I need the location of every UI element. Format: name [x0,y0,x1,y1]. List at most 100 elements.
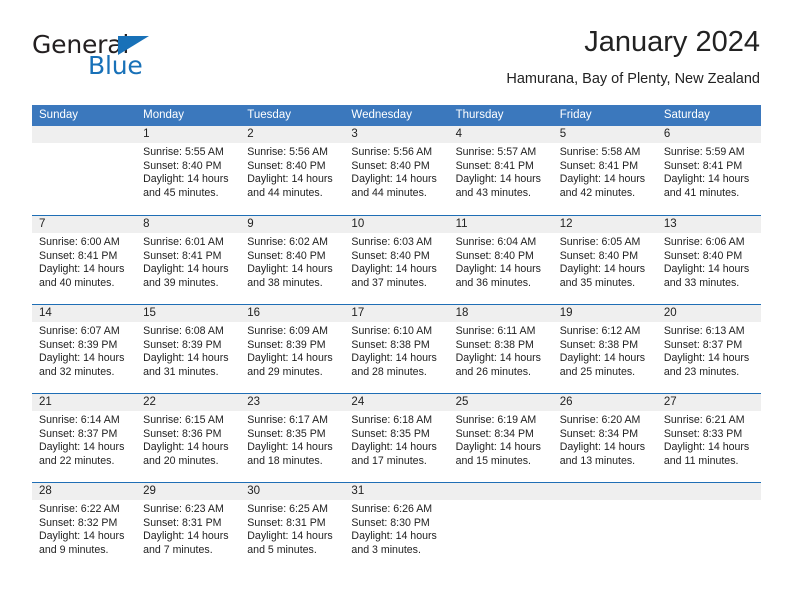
calendar-day-cell[interactable]: 4 Sunrise: 5:57 AM Sunset: 8:41 PM Daylight… [448,126,553,215]
calendar-day-cell[interactable]: 2 Sunrise: 5:56 AM Sunset: 8:40 PM Daylight… [240,126,345,215]
daylight-text: Daylight: 14 hours and 26 minutes. [455,352,541,378]
calendar-grid: Sunday Monday Tuesday Wednesday Thursday… [32,105,761,571]
calendar-day-cell[interactable]: 19 Sunrise: 6:12 AM Sunset: 8:38 PM Dayligh… [552,305,657,393]
daylight-text: Daylight: 14 hours and 32 minutes. [39,352,125,378]
sunset-text: Sunset: 8:41 PM [455,159,534,172]
calendar-day-cell[interactable]: 10 Sunrise: 6:03 AM Sunset: 8:40 PM Dayligh… [344,216,449,304]
weekday-header-thursday: Thursday [455,109,504,121]
calendar-day-cell[interactable]: 5 Sunrise: 5:58 AM Sunset: 8:41 PM Daylight… [552,126,657,215]
calendar-day-cell[interactable]: 17 Sunrise: 6:10 AM Sunset: 8:38 PM Dayligh… [344,305,449,393]
daylight-text: Daylight: 14 hours and 35 minutes. [559,263,646,289]
sunrise-text: Sunrise: 5:57 AM [455,146,537,158]
calendar-day-cell[interactable]: 3 Sunrise: 5:56 AM Sunset: 8:40 PM Daylight… [344,126,449,215]
day-sun-info: Sunrise: 6:01 AM Sunset: 8:41 PM Daylight:… [136,233,240,290]
day-number: 2 [240,126,345,143]
day-sun-info: Sunrise: 6:22 AM Sunset: 8:32 PM Daylight:… [32,500,136,557]
day-number: 27 [656,394,761,411]
day-number: 4 [448,126,553,143]
calendar-day-cell[interactable]: 23 Sunrise: 6:17 AM Sunset: 8:35 PM Dayligh… [240,394,345,482]
sunset-text: Sunset: 8:38 PM [559,338,639,351]
day-number: 29 [136,483,241,500]
calendar-day-cell[interactable]: 16 Sunrise: 6:09 AM Sunset: 8:39 PM Dayligh… [240,305,345,393]
day-sun-info: Sunrise: 6:10 AM Sunset: 8:38 PM Daylight:… [344,322,448,379]
calendar-day-cell[interactable]: 15 Sunrise: 6:08 AM Sunset: 8:39 PM Dayligh… [136,305,241,393]
day-sun-info: Sunrise: 6:18 AM Sunset: 8:35 PM Daylight:… [344,411,448,468]
calendar-day-cell[interactable]: 9 Sunrise: 6:02 AM Sunset: 8:40 PM Daylight… [240,216,345,304]
day-sun-info: Sunrise: 6:17 AM Sunset: 8:35 PM Daylight:… [240,411,344,468]
day-sun-info: Sunrise: 6:06 AM Sunset: 8:40 PM Daylight:… [657,233,761,290]
day-sun-info: Sunrise: 6:26 AM Sunset: 8:30 PM Daylight:… [344,500,448,557]
daylight-text: Daylight: 14 hours and 29 minutes. [247,352,333,378]
sunrise-text: Sunrise: 5:56 AM [247,146,328,158]
weekday-header-monday: Monday [143,109,185,121]
daylight-text: Daylight: 14 hours and 39 minutes. [143,263,229,289]
calendar-day-cell[interactable]: 1 Sunrise: 5:55 AM Sunset: 8:40 PM Daylight… [136,126,241,215]
sunset-text: Sunset: 8:38 PM [455,338,534,351]
calendar-day-cell[interactable]: 14 Sunrise: 6:07 AM Sunset: 8:39 PM Dayligh… [32,305,137,393]
page-header: General Blue January 2024 Hamurana, Bay … [32,24,760,98]
sunset-text: Sunset: 8:40 PM [559,249,639,262]
calendar-day-cell[interactable]: 13 Sunrise: 6:06 AM Sunset: 8:40 PM Dayligh… [656,216,761,304]
sunset-text: Sunset: 8:38 PM [351,338,430,351]
sunrise-text: Sunrise: 6:07 AM [39,325,120,337]
sunrise-text: Sunrise: 6:05 AM [559,236,641,248]
daylight-text: Daylight: 14 hours and 7 minutes. [143,530,229,556]
daylight-text: Daylight: 14 hours and 43 minutes. [455,173,541,199]
day-sun-info: Sunrise: 6:08 AM Sunset: 8:39 PM Daylight:… [136,322,240,379]
sunrise-text: Sunrise: 6:09 AM [247,325,328,337]
sunrise-text: Sunrise: 6:20 AM [559,414,641,426]
sunrise-text: Sunrise: 6:00 AM [39,236,120,248]
sunrise-text: Sunrise: 6:11 AM [455,325,536,337]
sunset-text: Sunset: 8:33 PM [663,427,743,440]
calendar-day-cell[interactable]: 21 Sunrise: 6:14 AM Sunset: 8:37 PM Dayligh… [32,394,137,482]
calendar-day-cell[interactable]: 20 Sunrise: 6:13 AM Sunset: 8:37 PM Dayligh… [656,305,761,393]
sunset-text: Sunset: 8:36 PM [143,427,222,440]
calendar-day-cell[interactable]: 30 Sunrise: 6:25 AM Sunset: 8:31 PM Dayligh… [240,483,345,571]
calendar-day-cell[interactable]: 12 Sunrise: 6:05 AM Sunset: 8:40 PM Dayligh… [552,216,657,304]
daylight-text: Daylight: 14 hours and 38 minutes. [247,263,333,289]
sunset-text: Sunset: 8:40 PM [663,249,743,262]
day-number: 14 [32,305,137,322]
calendar-week-row: 14 Sunrise: 6:07 AM Sunset: 8:39 PM Dayligh… [32,304,761,393]
calendar-day-cell[interactable]: 26 Sunrise: 6:20 AM Sunset: 8:34 PM Dayligh… [552,394,657,482]
sunset-text: Sunset: 8:40 PM [351,249,430,262]
calendar-day-cell[interactable]: 27 Sunrise: 6:21 AM Sunset: 8:33 PM Dayligh… [656,394,761,482]
day-number: 28 [32,483,137,500]
day-number: 30 [240,483,345,500]
weekday-header-row: Sunday Monday Tuesday Wednesday Thursday… [32,105,761,126]
day-sun-info: Sunrise: 6:03 AM Sunset: 8:40 PM Daylight:… [344,233,448,290]
sunset-text: Sunset: 8:34 PM [559,427,639,440]
day-sun-info: Sunrise: 6:19 AM Sunset: 8:34 PM Daylight:… [449,411,553,468]
calendar-day-cell-empty [552,483,657,571]
sunset-text: Sunset: 8:41 PM [39,249,118,262]
day-number: 26 [552,394,657,411]
calendar-day-cell[interactable]: 28 Sunrise: 6:22 AM Sunset: 8:32 PM Dayligh… [32,483,137,571]
calendar-day-cell[interactable]: 18 Sunrise: 6:11 AM Sunset: 8:38 PM Dayligh… [448,305,553,393]
weekday-header-friday: Friday [559,109,592,121]
general-blue-logo[interactable]: General Blue [32,32,232,88]
calendar-day-cell[interactable]: 29 Sunrise: 6:23 AM Sunset: 8:31 PM Dayligh… [136,483,241,571]
day-number: 24 [344,394,449,411]
calendar-day-cell[interactable]: 22 Sunrise: 6:15 AM Sunset: 8:36 PM Dayligh… [136,394,241,482]
calendar-day-cell[interactable]: 8 Sunrise: 6:01 AM Sunset: 8:41 PM Daylight… [136,216,241,304]
sunset-text: Sunset: 8:40 PM [247,159,326,172]
day-sun-info: Sunrise: 6:20 AM Sunset: 8:34 PM Daylight:… [553,411,657,468]
calendar-day-cell[interactable]: 24 Sunrise: 6:18 AM Sunset: 8:35 PM Dayligh… [344,394,449,482]
calendar-day-cell[interactable]: 25 Sunrise: 6:19 AM Sunset: 8:34 PM Dayligh… [448,394,553,482]
sunset-text: Sunset: 8:35 PM [247,427,326,440]
day-number: 6 [656,126,761,143]
calendar-day-cell[interactable]: 11 Sunrise: 6:04 AM Sunset: 8:40 PM Dayligh… [448,216,553,304]
day-number: 3 [344,126,449,143]
sunrise-text: Sunrise: 6:14 AM [39,414,120,426]
day-number: 13 [656,216,761,233]
calendar-day-cell[interactable]: 31 Sunrise: 6:26 AM Sunset: 8:30 PM Dayligh… [344,483,449,571]
calendar-day-cell-empty [448,483,553,571]
calendar-day-cell[interactable]: 6 Sunrise: 5:59 AM Sunset: 8:41 PM Daylight… [656,126,761,215]
calendar-day-cell[interactable]: 7 Sunrise: 6:00 AM Sunset: 8:41 PM Daylight… [32,216,137,304]
day-sun-info: Sunrise: 6:14 AM Sunset: 8:37 PM Daylight:… [32,411,136,468]
daylight-text: Daylight: 14 hours and 37 minutes. [351,263,437,289]
daylight-text: Daylight: 14 hours and 17 minutes. [351,441,437,467]
day-number: 12 [552,216,657,233]
calendar-week-row: 1 Sunrise: 5:55 AM Sunset: 8:40 PM Daylight… [32,126,761,215]
day-number [656,483,761,500]
